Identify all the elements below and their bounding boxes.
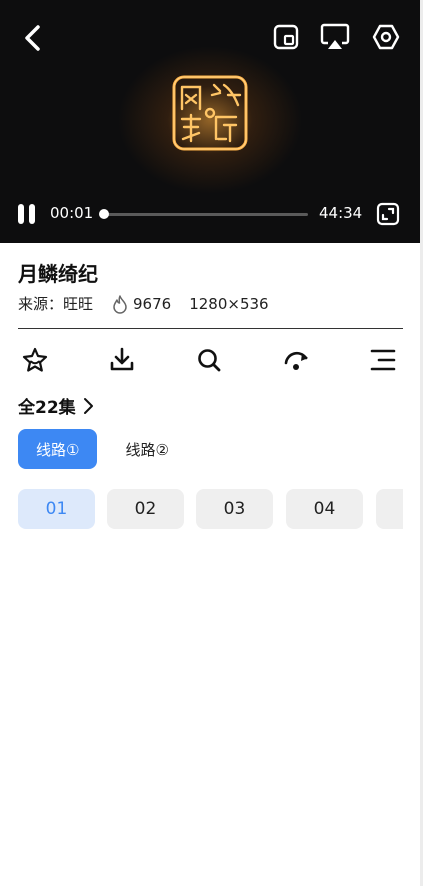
favorite-icon: [22, 347, 48, 372]
flame-icon: [111, 294, 129, 314]
fullscreen-icon: [376, 202, 400, 226]
favorite-button[interactable]: [18, 343, 52, 377]
chevron-right-icon: [82, 397, 94, 415]
divider: [18, 328, 403, 329]
back-icon: [25, 25, 40, 51]
back-button[interactable]: [16, 22, 48, 54]
player-controls: 00:01 44:34: [0, 198, 420, 230]
cast-button[interactable]: [318, 21, 352, 53]
episode-button[interactable]: 01: [18, 489, 95, 529]
progress-thumb[interactable]: [99, 209, 110, 219]
video-source: 来源：旺旺: [18, 295, 94, 313]
search-button[interactable]: [192, 343, 226, 377]
pause-button[interactable]: [14, 198, 40, 230]
episode-button[interactable]: 04: [286, 489, 363, 529]
video-meta: 来源：旺旺 9676 1280×536: [18, 293, 269, 314]
episode-button[interactable]: 05: [376, 489, 403, 529]
playlist-icon: [370, 349, 396, 371]
skip-button[interactable]: [280, 343, 314, 377]
view-count: 9676: [133, 294, 172, 313]
skip-icon: [284, 351, 308, 370]
line-tab-1[interactable]: 线路①: [18, 429, 98, 469]
current-time: 00:01: [50, 204, 94, 222]
settings-icon: [372, 24, 400, 50]
video-resolution: 1280×536: [189, 294, 269, 313]
pip-icon: [273, 24, 299, 50]
pip-button[interactable]: [270, 21, 302, 53]
total-time: 44:34: [319, 204, 363, 222]
cast-icon: [320, 23, 350, 49]
line-tabs: 线路① 线路②: [18, 429, 187, 469]
video-title: 月鳞绮纪: [18, 262, 98, 286]
episode-button[interactable]: 03: [196, 489, 273, 529]
video-player[interactable]: 00:01 44:34: [0, 0, 420, 243]
download-icon: [110, 347, 134, 371]
progress-bar[interactable]: [99, 209, 308, 219]
episodes-label: 全22集: [18, 398, 76, 418]
search-icon: [198, 349, 221, 372]
logo-seal: [172, 75, 248, 151]
fullscreen-button[interactable]: [374, 200, 402, 228]
pause-icon: [18, 204, 35, 224]
episode-list: 01 02 03 04 05: [18, 489, 403, 529]
action-bar: [0, 343, 420, 377]
settings-button[interactable]: [369, 20, 403, 54]
all-episodes-link[interactable]: 全22集: [18, 393, 94, 418]
episode-button[interactable]: 02: [107, 489, 184, 529]
line-tab-2[interactable]: 线路②: [107, 429, 186, 469]
download-button[interactable]: [105, 343, 139, 377]
playlist-button[interactable]: [366, 343, 400, 377]
